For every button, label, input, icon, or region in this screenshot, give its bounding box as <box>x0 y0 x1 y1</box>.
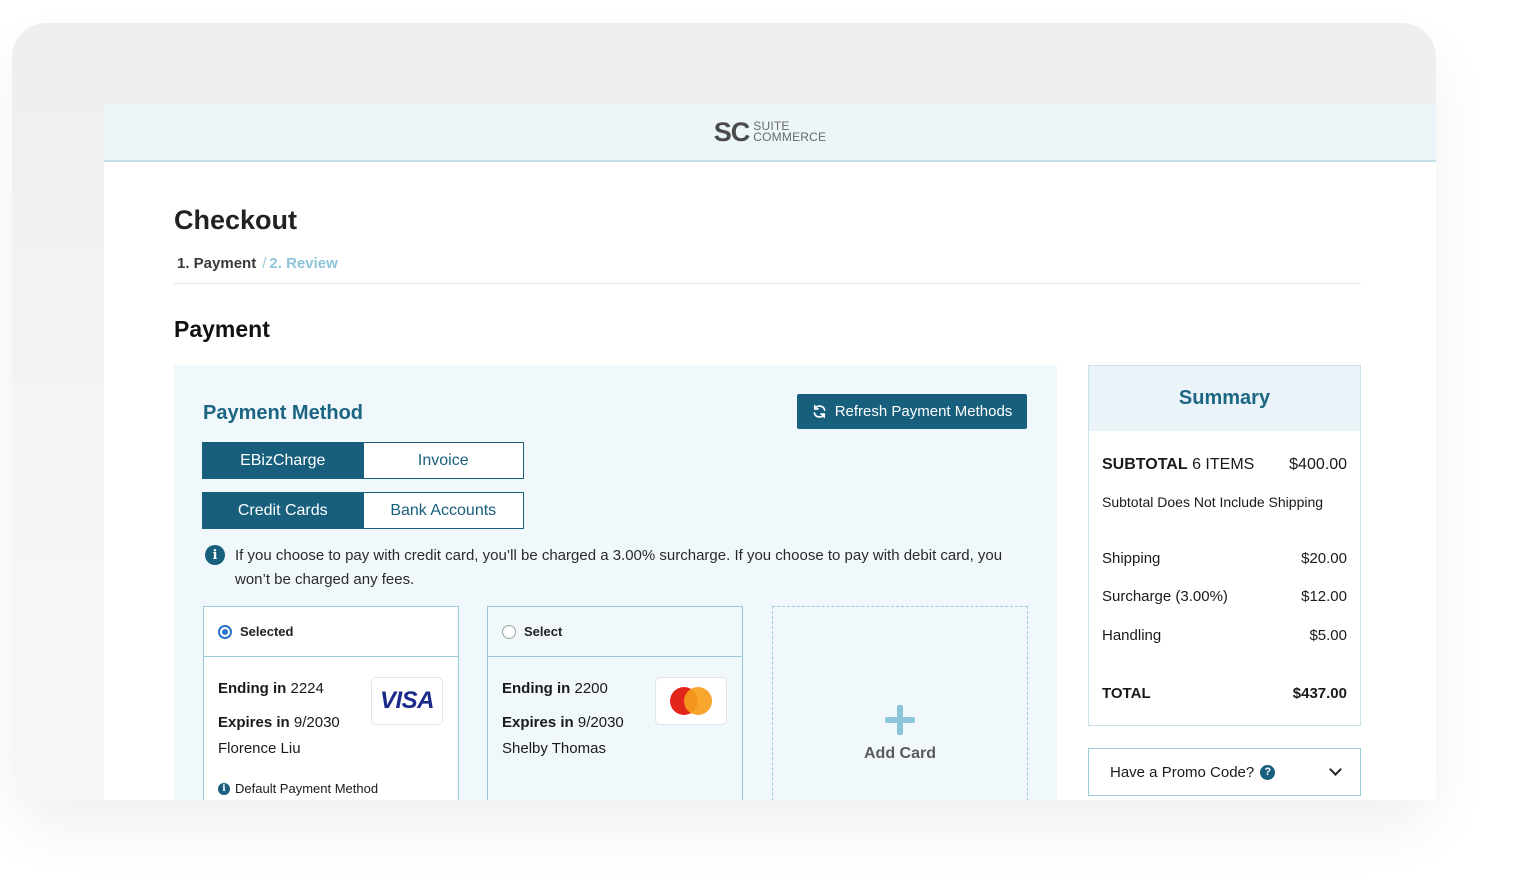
tab-invoice[interactable]: Invoice <box>362 443 523 478</box>
card-ending-value: 2200 <box>574 680 608 697</box>
default-payment-method-label: Default Payment Method <box>235 781 379 796</box>
card-radio-selected[interactable] <box>218 624 232 639</box>
summary-subtotal-row: SUBTOTAL 6 ITEMS $400.00 <box>1102 456 1347 474</box>
breadcrumb: 1. Payment /2. Review <box>177 255 338 272</box>
summary-surcharge-row: Surcharge (3.00%) $12.00 <box>1102 588 1347 605</box>
breadcrumb-step-review[interactable]: 2. Review <box>269 255 337 272</box>
promo-code-label: Have a Promo Code? <box>1110 763 1255 781</box>
section-title-payment: Payment <box>174 316 270 342</box>
site-header: SC SUITE COMMERCE <box>104 104 1436 162</box>
logo-words: SUITE COMMERCE <box>753 120 827 144</box>
total-label: TOTAL <box>1102 685 1151 702</box>
mastercard-icon <box>668 686 714 716</box>
payment-method-title: Payment Method <box>203 402 364 424</box>
visa-logo: VISA <box>371 677 443 725</box>
card-status-label: Select <box>524 624 563 639</box>
surcharge-value: $12.00 <box>1301 588 1347 605</box>
logo-line-commerce: COMMERCE <box>753 130 827 144</box>
subtotal-label: SUBTOTAL <box>1102 456 1188 473</box>
card-radio-unselected[interactable] <box>502 624 516 639</box>
chevron-down-icon <box>1329 763 1342 776</box>
checkout-page: SC SUITE COMMERCE Checkout 1. Payment /2.… <box>104 104 1436 800</box>
handling-value: $5.00 <box>1309 627 1347 644</box>
logo-mark: SC <box>713 116 751 147</box>
summary-title: Summary <box>1089 366 1360 431</box>
plus-icon <box>885 705 915 735</box>
help-icon[interactable]: ? <box>1260 764 1276 780</box>
card-expiry-label: Expires in <box>502 714 574 731</box>
subtotal-note: Subtotal Does Not Include Shipping <box>1102 494 1324 510</box>
card-select-header[interactable]: Selected <box>204 607 458 657</box>
tab-bank-accounts[interactable]: Bank Accounts <box>362 493 523 528</box>
summary-total-row: TOTAL $437.00 <box>1102 685 1347 702</box>
provider-tabs: EBizCharge Invoice <box>202 442 524 479</box>
add-card-label: Add Card <box>864 745 936 762</box>
subtotal-items: 6 ITEMS <box>1192 456 1255 473</box>
default-payment-method: i Default Payment Method <box>218 781 378 796</box>
tab-credit-cards[interactable]: Credit Cards <box>203 493 363 528</box>
suitecommerce-logo[interactable]: SC SUITE COMMERCE <box>714 117 826 148</box>
card-expiry-value: 9/2030 <box>293 714 340 731</box>
card-holder-name: Florence Liu <box>218 740 301 757</box>
breadcrumb-step-payment: 1. Payment <box>177 255 257 272</box>
add-card-button[interactable]: Add Card <box>772 606 1028 800</box>
card-expiry: Expires in 9/2030 <box>502 714 624 731</box>
card-ending-label: Ending in <box>502 680 571 697</box>
summary-handling-row: Handling $5.00 <box>1102 627 1347 644</box>
subtotal-value: $400.00 <box>1289 456 1347 473</box>
payment-type-tabs: Credit Cards Bank Accounts <box>202 492 524 529</box>
surcharge-notice: i If you choose to pay with credit card,… <box>205 544 1035 592</box>
visa-logo-text: VISA <box>379 687 435 714</box>
card-expiry: Expires in 9/2030 <box>218 714 340 731</box>
summary-shipping-row: Shipping $20.00 <box>1102 550 1347 567</box>
saved-card-visa[interactable]: Selected Ending in 2224 Expires in 9/203… <box>203 606 459 800</box>
breadcrumb-separator: / <box>262 255 267 272</box>
card-ending-value: 2224 <box>290 680 324 697</box>
total-value: $437.00 <box>1292 685 1347 702</box>
refresh-payment-methods-button[interactable]: Refresh Payment Methods <box>797 394 1027 429</box>
header-divider <box>174 283 1361 284</box>
page-title: Checkout <box>174 205 298 235</box>
card-ending: Ending in 2224 <box>218 680 324 697</box>
card-select-header[interactable]: Select <box>488 607 742 657</box>
shipping-value: $20.00 <box>1301 550 1347 567</box>
surcharge-notice-text: If you choose to pay with credit card, y… <box>235 547 1003 588</box>
promo-code-toggle[interactable]: Have a Promo Code? ? <box>1088 748 1361 796</box>
order-summary: Summary SUBTOTAL 6 ITEMS $400.00 Subtota… <box>1088 365 1361 726</box>
refresh-button-label: Refresh Payment Methods <box>834 403 1013 420</box>
default-info-icon: i <box>218 782 230 795</box>
mastercard-logo <box>655 677 727 725</box>
card-ending: Ending in 2200 <box>502 680 608 697</box>
card-expiry-label: Expires in <box>218 714 290 731</box>
tab-ebizcharge[interactable]: EBizCharge <box>203 443 363 478</box>
saved-card-mastercard[interactable]: Select Ending in 2200 Expires in 9/2030 … <box>487 606 743 800</box>
shipping-label: Shipping <box>1102 550 1161 567</box>
info-icon: i <box>205 545 225 565</box>
subtotal-label-group: SUBTOTAL 6 ITEMS <box>1102 456 1254 474</box>
card-holder-name: Shelby Thomas <box>502 740 606 757</box>
card-status-label: Selected <box>240 624 294 639</box>
payment-method-panel: Payment Method Refresh Payment Methods E… <box>174 365 1057 800</box>
card-ending-label: Ending in <box>218 680 287 697</box>
surcharge-label: Surcharge (3.00%) <box>1102 588 1228 605</box>
refresh-icon <box>813 404 826 419</box>
card-expiry-value: 9/2030 <box>577 714 624 731</box>
handling-label: Handling <box>1102 627 1162 644</box>
